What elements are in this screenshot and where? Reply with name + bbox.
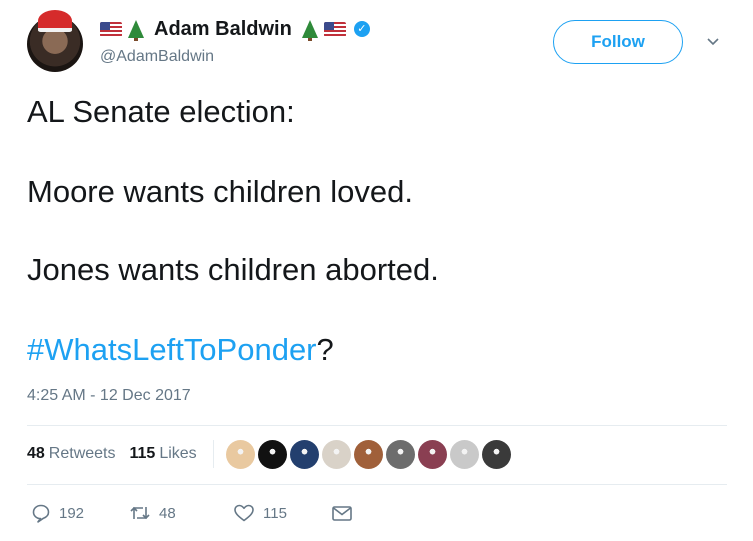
envelope-icon: [332, 506, 352, 521]
retweet-icon: [130, 506, 150, 520]
likes-stat[interactable]: 115 Likes: [130, 445, 197, 463]
tweet-line: Jones wants children aborted.: [27, 252, 439, 287]
retweets-stat[interactable]: 48 Retweets: [27, 445, 116, 463]
likes-label: Likes: [159, 445, 197, 462]
us-flag-icon: [323, 21, 346, 37]
chevron-down-icon[interactable]: [705, 34, 721, 50]
like-count: 115: [263, 504, 287, 522]
hashtag-suffix: ?: [316, 332, 334, 367]
user-handle[interactable]: @AdamBaldwin: [100, 48, 214, 66]
christmas-tree-icon: [128, 20, 144, 41]
retweet-count: 48: [159, 504, 176, 522]
tweet-timestamp[interactable]: 4:25 AM - 12 Dec 2017: [27, 387, 191, 405]
user-name-row[interactable]: Adam Baldwin ✓: [100, 15, 370, 43]
santa-hat-icon: [38, 10, 72, 32]
retweet-button[interactable]: 48: [129, 503, 176, 523]
liker-avatar[interactable]: [353, 439, 383, 469]
liker-avatars: [225, 439, 511, 469]
stats-divider: [212, 440, 214, 468]
reply-count: 192: [59, 504, 85, 522]
liker-avatar[interactable]: [289, 439, 319, 469]
liker-avatar[interactable]: [385, 439, 415, 469]
liker-avatar[interactable]: [225, 439, 255, 469]
liker-avatar[interactable]: [481, 439, 511, 469]
us-flag-icon: [100, 21, 122, 37]
divider: [27, 425, 727, 426]
verified-badge-icon: ✓: [353, 21, 370, 37]
hashtag-link[interactable]: #WhatsLeftToPonder: [27, 332, 317, 367]
retweets-count: 48: [27, 445, 45, 462]
liker-avatar[interactable]: [449, 439, 479, 469]
tweet-line: AL Senate election:: [27, 94, 295, 129]
christmas-tree-icon: [301, 20, 318, 41]
retweets-label: Retweets: [48, 445, 116, 462]
liker-avatar[interactable]: [417, 439, 447, 469]
divider: [27, 484, 727, 485]
liker-avatar[interactable]: [257, 439, 287, 469]
tweet-line: #WhatsLeftToPonder?: [27, 330, 334, 370]
reply-button[interactable]: 192: [31, 503, 84, 523]
tweet-stats: 48 Retweets 115 Likes: [27, 439, 511, 469]
follow-button[interactable]: Follow: [553, 20, 683, 64]
heart-icon: [234, 504, 254, 522]
like-button[interactable]: 115: [233, 503, 287, 523]
display-name[interactable]: Adam Baldwin: [154, 18, 292, 41]
direct-message-button[interactable]: [331, 504, 353, 522]
likes-count: 115: [129, 445, 156, 462]
tweet-line: Moore wants children loved.: [27, 174, 413, 209]
reply-icon: [32, 504, 50, 523]
liker-avatar[interactable]: [321, 439, 351, 469]
